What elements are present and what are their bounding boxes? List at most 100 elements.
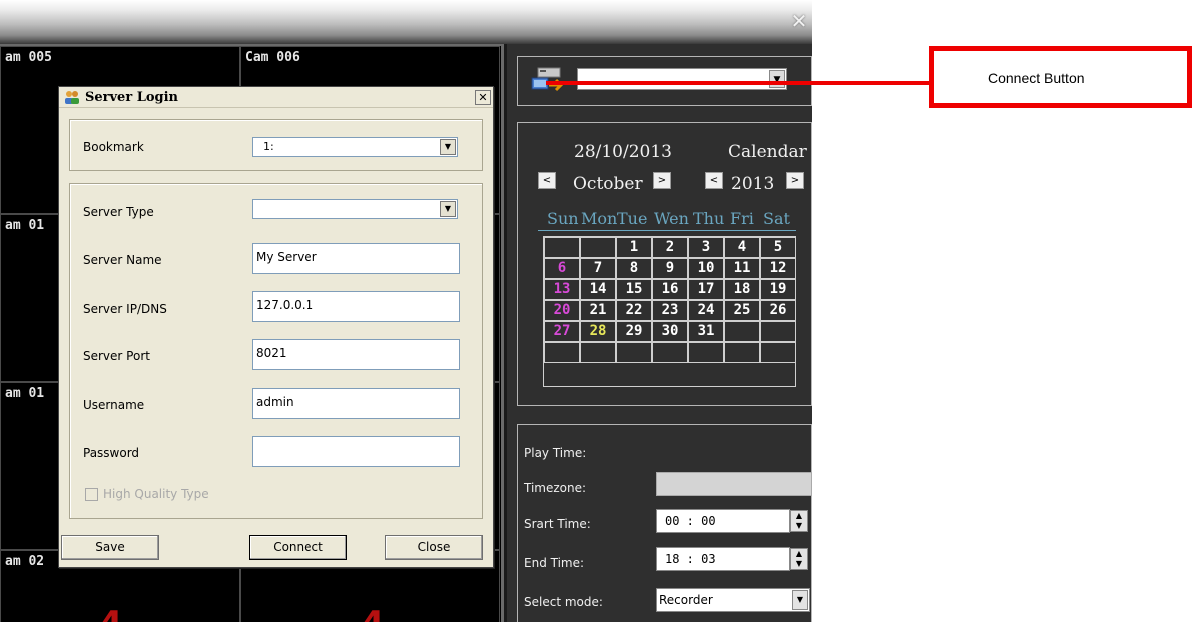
chevron-down-icon[interactable]: ▼ (440, 201, 456, 217)
calendar-day[interactable]: 12 (760, 258, 796, 279)
calendar-day[interactable]: 26 (760, 300, 796, 321)
calendar-day[interactable]: 24 (688, 300, 724, 321)
password-label: Password (83, 446, 140, 460)
annotation-label: Connect Button (988, 70, 1085, 86)
calendar-day (760, 321, 796, 342)
calendar-day[interactable]: 14 (580, 279, 616, 300)
calendar-day[interactable]: 13 (544, 279, 580, 300)
username-input[interactable]: admin (252, 388, 460, 419)
timezone-field (656, 472, 812, 496)
calendar-day[interactable]: 4 (724, 237, 760, 258)
calendar-day[interactable]: 15 (616, 279, 652, 300)
close-button[interactable]: Close (385, 535, 483, 560)
calendar-day[interactable]: 6 (544, 258, 580, 279)
select-mode-label: Select mode: (524, 595, 603, 609)
app-window: ✕ am 005 Cam 006 am 01 am 01 am 02 4 4 (0, 0, 812, 622)
bookmark-select[interactable]: 1: ▼ (252, 137, 458, 157)
calendar-day[interactable]: 5 (760, 237, 796, 258)
annotation-arrow (546, 81, 930, 85)
calendar-day[interactable]: 11 (724, 258, 760, 279)
dialog-close-icon[interactable]: ✕ (475, 90, 491, 105)
calendar-day[interactable]: 25 (724, 300, 760, 321)
connect-button[interactable]: Connect (249, 535, 347, 560)
calendar-day[interactable]: 27 (544, 321, 580, 342)
app-close-icon[interactable]: ✕ (788, 10, 810, 32)
server-ip-input[interactable]: 127.0.0.1 (252, 291, 460, 322)
weekday-tue: Tue (617, 209, 648, 228)
calendar-day[interactable]: 7 (580, 258, 616, 279)
end-time-spinner[interactable]: ▲ ▼ (790, 548, 808, 570)
end-time-label: End Time: (524, 556, 585, 570)
next-year-button[interactable]: > (786, 172, 804, 189)
weekday-fri: Fri (730, 209, 754, 228)
end-time-input[interactable]: 18 : 03 (656, 547, 790, 571)
calendar-day[interactable]: 18 (724, 279, 760, 300)
prev-year-button[interactable]: < (705, 172, 723, 189)
calendar-year: 2013 (731, 174, 775, 194)
app-title-bar: ✕ (0, 0, 812, 44)
calendar-day[interactable]: 23 (652, 300, 688, 321)
calendar-day (580, 342, 616, 363)
save-button[interactable]: Save (61, 535, 159, 560)
calendar-day (616, 342, 652, 363)
server-type-select[interactable]: ▼ (252, 199, 458, 219)
timezone-label: Timezone: (524, 481, 587, 495)
start-time-input[interactable]: 00 : 00 (656, 509, 790, 533)
calendar-day (544, 237, 580, 258)
high-quality-checkbox[interactable] (85, 488, 98, 501)
weekday-sun: Sun (547, 209, 579, 228)
calendar-day[interactable]: 9 (652, 258, 688, 279)
calendar-day (724, 342, 760, 363)
server-port-label: Server Port (83, 349, 150, 363)
select-mode-select[interactable]: Recorder ▼ (656, 588, 810, 612)
chevron-down-icon[interactable]: ▼ (769, 70, 785, 88)
right-panel: ▼ 28/10/2013 Calendar < October > < 2013… (507, 44, 812, 622)
weekday-sat: Sat (763, 209, 790, 228)
calendar-day[interactable]: 17 (688, 279, 724, 300)
start-time-label: Srart Time: (524, 517, 591, 531)
calendar-month: October (573, 174, 643, 194)
calendar-day[interactable]: 21 (580, 300, 616, 321)
server-name-label: Server Name (83, 253, 162, 267)
calendar-day[interactable]: 31 (688, 321, 724, 342)
calendar-day[interactable]: 3 (688, 237, 724, 258)
calendar-day (688, 342, 724, 363)
chevron-down-icon[interactable]: ▼ (792, 590, 808, 610)
bookmark-label: Bookmark (83, 140, 144, 154)
calendar-day (724, 321, 760, 342)
calendar-day[interactable]: 2 (652, 237, 688, 258)
calendar-day[interactable]: 8 (616, 258, 652, 279)
weekday-wen: Wen (654, 209, 689, 228)
calendar-day[interactable]: 22 (616, 300, 652, 321)
start-time-spinner[interactable]: ▲ ▼ (790, 510, 808, 532)
calendar-title: Calendar (728, 142, 807, 162)
calendar-date: 28/10/2013 (574, 142, 672, 162)
server-select[interactable]: ▼ (577, 68, 787, 90)
weekday-thu: Thu (693, 209, 725, 228)
calendar-day[interactable]: 28 (580, 321, 616, 342)
server-login-dialog: Server Login ✕ Bookmark 1: ▼ Server Type… (58, 86, 494, 568)
server-port-input[interactable]: 8021 (252, 339, 460, 370)
calendar-day[interactable]: 19 (760, 279, 796, 300)
calendar-day[interactable]: 29 (616, 321, 652, 342)
weekday-mon: Mon (581, 209, 618, 228)
calendar-day[interactable]: 1 (616, 237, 652, 258)
calendar-grid: 1 2 3 4 5 6 7 8 9 10 11 12 13 14 15 16 17 18 19 20 21 22 23 24 2… (543, 236, 796, 387)
calendar-day[interactable]: 10 (688, 258, 724, 279)
calendar-day[interactable]: 20 (544, 300, 580, 321)
camera-label: am 005 (5, 50, 52, 65)
calendar-day (652, 342, 688, 363)
chevron-down-icon[interactable]: ▼ (440, 139, 456, 155)
username-label: Username (83, 398, 145, 412)
camera-live-glyph: 4 (361, 607, 385, 622)
calendar-day[interactable]: 30 (652, 321, 688, 342)
password-input[interactable] (252, 436, 460, 467)
calendar-day (544, 342, 580, 363)
server-type-label: Server Type (83, 205, 154, 219)
calendar-day[interactable]: 16 (652, 279, 688, 300)
high-quality-label: High Quality Type (103, 487, 209, 501)
server-name-input[interactable]: My Server (252, 243, 460, 274)
playtime-header: Play Time: (524, 446, 587, 460)
next-month-button[interactable]: > (653, 172, 671, 189)
prev-month-button[interactable]: < (538, 172, 556, 189)
